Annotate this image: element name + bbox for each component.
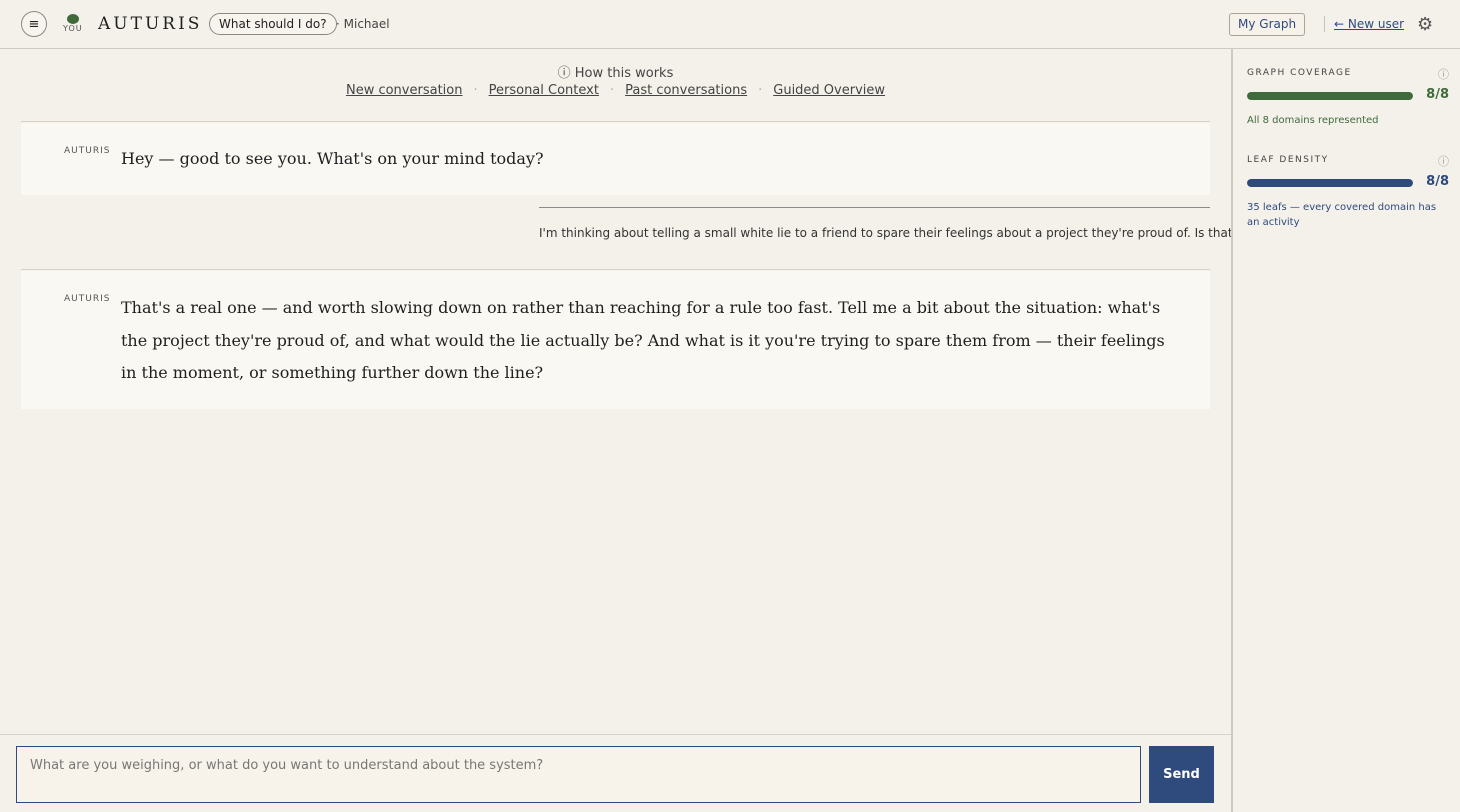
user-message: I'm thinking about telling a small white… — [539, 226, 1272, 240]
how-this-works-link[interactable]: ⓘ How this works — [0, 62, 1231, 81]
tree-icon — [67, 14, 79, 24]
graph-metrics-panel: GRAPH COVERAGE ⓘ 8/8 All 8 domains repre… — [1231, 49, 1460, 812]
graph-coverage-metric: GRAPH COVERAGE ⓘ 8/8 All 8 domains repre… — [1247, 68, 1449, 126]
send-button[interactable]: Send — [1149, 746, 1214, 803]
message-text: Hey — good to see you. What's on your mi… — [121, 149, 544, 168]
message-text: That's a real one — and worth slowing do… — [121, 298, 1165, 382]
leaf-density-metric: LEAF DENSITY ⓘ 8/8 35 leafs — every cove… — [1247, 155, 1449, 228]
personal-context-link[interactable]: Personal Context — [489, 83, 599, 98]
nav-separator: · — [473, 83, 478, 98]
metric-note: All 8 domains represented — [1247, 115, 1379, 126]
info-icon[interactable]: ⓘ — [1438, 66, 1449, 82]
progress-bar — [1247, 92, 1413, 100]
mode-selector-pill[interactable]: What should I do? — [209, 13, 337, 35]
menu-button[interactable]: ≡ — [21, 11, 47, 37]
app-header: ≡ YOU AUTURIS What should I do? · Michae… — [0, 0, 1460, 49]
brand-wordmark: AUTURIS — [98, 14, 203, 34]
metric-title: GRAPH COVERAGE — [1247, 68, 1352, 78]
metric-note: 35 leafs — every covered domain has an a… — [1247, 202, 1437, 228]
metric-value: 8/8 — [1426, 87, 1449, 102]
progress-bar-fill — [1247, 92, 1413, 100]
new-conversation-link[interactable]: New conversation — [346, 83, 463, 98]
nav-separator: · — [758, 83, 763, 98]
nav-divider — [21, 121, 1210, 122]
message-composer: Send — [0, 734, 1231, 812]
past-conversations-link[interactable]: Past conversations — [625, 83, 747, 98]
progress-bar — [1247, 179, 1413, 187]
logo-caption: YOU — [63, 24, 83, 33]
logo-mark: YOU — [62, 14, 84, 34]
new-user-link[interactable]: ← New user — [1334, 17, 1404, 31]
guided-overview-link[interactable]: Guided Overview — [773, 83, 885, 98]
info-icon[interactable]: ⓘ — [1438, 153, 1449, 169]
gear-icon[interactable]: ⚙ — [1417, 14, 1433, 35]
chat-nav-links: New conversation · Personal Context · Past c… — [0, 83, 1231, 98]
my-graph-button[interactable]: My Graph — [1229, 13, 1306, 36]
message-divider — [21, 269, 1210, 270]
message-sender-label: AUTURIS — [64, 146, 111, 156]
chat-area: ⓘ How this works New conversation · Person… — [0, 49, 1272, 734]
nav-separator: · — [609, 83, 615, 98]
message-sender-label: AUTURIS — [64, 294, 111, 304]
message-input[interactable] — [16, 746, 1141, 803]
metric-title: LEAF DENSITY — [1247, 155, 1329, 165]
progress-bar-fill — [1247, 179, 1413, 187]
assistant-message: AUTURIS Hey — good to see you. What's on… — [21, 123, 1210, 195]
current-user-label: · Michael — [336, 17, 390, 31]
header-divider — [1324, 16, 1325, 32]
assistant-message: AUTURIS That's a real one — and worth sl… — [21, 271, 1210, 409]
metric-value: 8/8 — [1426, 174, 1449, 189]
user-message-rule — [539, 207, 1210, 208]
menu-icon: ≡ — [28, 16, 40, 32]
